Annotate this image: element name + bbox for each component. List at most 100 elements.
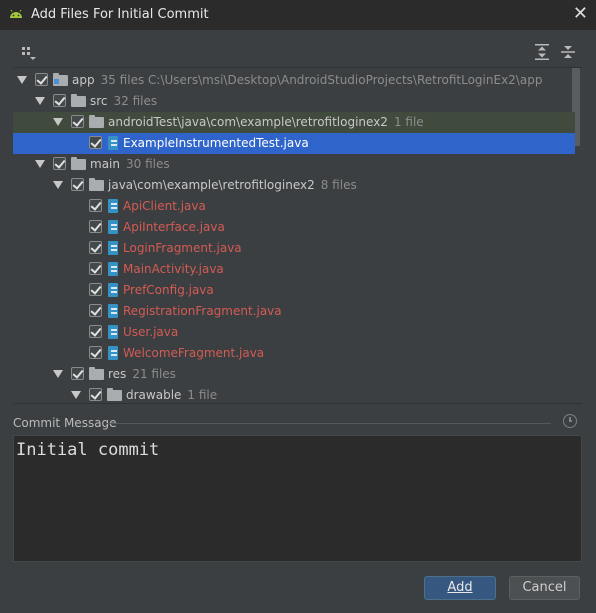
tree-row-label: ApiClient.java: [123, 199, 206, 213]
tree-row[interactable]: PrefConfig.java: [13, 280, 575, 301]
tree-row-name: src: [90, 94, 108, 108]
cancel-button[interactable]: Cancel: [509, 576, 580, 600]
tree-row[interactable]: androidTest\java\com\example\retrofitlog…: [13, 112, 575, 133]
tree-row-label: java\com\example\retrofitloginex2 8 files: [108, 178, 357, 192]
tree-row-name: ExampleInstrumentedTest.java: [123, 136, 309, 150]
include-checkbox[interactable]: [89, 283, 102, 296]
expand-arrow-icon[interactable]: [35, 97, 45, 105]
tree-row-name: LoginFragment.java: [123, 241, 242, 255]
include-checkbox[interactable]: [89, 136, 102, 149]
include-checkbox[interactable]: [71, 115, 84, 128]
tree-row[interactable]: ApiClient.java: [13, 196, 575, 217]
expand-all-icon[interactable]: [533, 43, 551, 61]
tree-row-count: 30 files: [125, 157, 170, 171]
commit-separator: [106, 423, 551, 424]
tree-row-count: 8 files: [320, 178, 357, 192]
include-checkbox[interactable]: [89, 241, 102, 254]
tree-row[interactable]: User.java: [13, 322, 575, 343]
tree-row-count: 1 file: [187, 388, 218, 402]
folder-icon: [89, 115, 104, 128]
tree-row[interactable]: drawable 1 file: [13, 385, 575, 403]
tree-row-label: ApiInterface.java: [123, 220, 225, 234]
java-file-icon: [106, 241, 120, 256]
file-tree[interactable]: app 35 files C:\Users\msi\Desktop\Android…: [13, 67, 582, 404]
tree-row-name: User.java: [123, 325, 179, 339]
group-by-icon[interactable]: [20, 44, 38, 62]
java-file-icon: [106, 304, 120, 319]
tree-row-label: src 32 files: [90, 94, 157, 108]
folder-icon: [107, 388, 122, 401]
include-checkbox[interactable]: [89, 262, 102, 275]
tree-row-count: 21 files: [132, 367, 176, 381]
tree-row-count: 1 file: [393, 115, 424, 129]
commit-message-field[interactable]: Initial commit: [13, 435, 582, 562]
include-checkbox[interactable]: [35, 73, 48, 86]
tree-row[interactable]: LoginFragment.java: [13, 238, 575, 259]
expand-arrow-icon[interactable]: [53, 370, 63, 378]
folder-icon: [71, 94, 86, 107]
add-button[interactable]: Add: [424, 576, 496, 600]
close-icon[interactable]: ✕: [573, 4, 588, 24]
include-checkbox[interactable]: [89, 325, 102, 338]
window-title: Add Files For Initial Commit: [31, 7, 209, 22]
commit-message-label: Commit Message: [13, 416, 117, 430]
tree-row-label: PrefConfig.java: [123, 283, 214, 297]
include-checkbox[interactable]: [89, 220, 102, 233]
tree-row-label: MainActivity.java: [123, 262, 224, 276]
include-checkbox[interactable]: [89, 388, 102, 401]
folder-icon: [71, 157, 86, 170]
tree-row[interactable]: MainActivity.java: [13, 259, 575, 280]
include-checkbox[interactable]: [53, 94, 66, 107]
java-file-icon: [106, 136, 120, 151]
tree-row-label: WelcomeFragment.java: [123, 346, 264, 360]
tree-row-name: androidTest\java\com\example\retrofitlog…: [108, 115, 388, 129]
tree-row[interactable]: src 32 files: [13, 91, 575, 112]
java-file-icon: [106, 325, 120, 340]
tree-row-label: RegistrationFragment.java: [123, 304, 282, 318]
tree-row-count: 35 files C:\Users\msi\Desktop\AndroidStu…: [100, 73, 543, 87]
tree-row-name: ApiInterface.java: [123, 220, 225, 234]
tree-row[interactable]: ExampleInstrumentedTest.java: [13, 133, 575, 154]
expand-arrow-icon[interactable]: [53, 118, 63, 126]
tree-row-label: drawable 1 file: [126, 388, 217, 402]
add-button-label: Add: [447, 580, 473, 595]
include-checkbox[interactable]: [71, 178, 84, 191]
tree-row-name: RegistrationFragment.java: [123, 304, 282, 318]
java-file-icon: [106, 262, 120, 277]
tree-row[interactable]: main 30 files: [13, 154, 575, 175]
tree-row-name: res: [108, 367, 127, 381]
tree-row[interactable]: WelcomeFragment.java: [13, 343, 575, 364]
include-checkbox[interactable]: [89, 199, 102, 212]
tree-row[interactable]: ApiInterface.java: [13, 217, 575, 238]
tree-row-name: PrefConfig.java: [123, 283, 214, 297]
tree-row-label: app 35 files C:\Users\msi\Desktop\Android…: [72, 73, 542, 87]
tree-row-label: LoginFragment.java: [123, 241, 242, 255]
java-file-icon: [106, 220, 120, 235]
tree-row-name: app: [72, 73, 95, 87]
tree-row-name: MainActivity.java: [123, 262, 224, 276]
tree-row-label: User.java: [123, 325, 178, 339]
tree-row-label: ExampleInstrumentedTest.java: [123, 136, 309, 150]
tree-row-name: main: [90, 157, 120, 171]
tree-row-label: main 30 files: [90, 157, 170, 171]
tree-row[interactable]: java\com\example\retrofitloginex2 8 files: [13, 175, 575, 196]
tree-row[interactable]: app 35 files C:\Users\msi\Desktop\Android…: [13, 70, 575, 91]
folder-icon: [89, 367, 104, 380]
include-checkbox[interactable]: [89, 346, 102, 359]
expand-arrow-icon[interactable]: [17, 76, 27, 84]
tree-row-count: 32 files: [113, 94, 158, 108]
history-clock-icon[interactable]: [563, 414, 577, 428]
include-checkbox[interactable]: [53, 157, 66, 170]
collapse-all-icon[interactable]: [559, 43, 577, 61]
expand-arrow-icon[interactable]: [35, 160, 45, 168]
folder-icon: [89, 178, 104, 191]
expand-arrow-icon[interactable]: [53, 181, 63, 189]
include-checkbox[interactable]: [71, 367, 84, 380]
tree-row-name: java\com\example\retrofitloginex2: [108, 178, 315, 192]
java-file-icon: [106, 346, 120, 361]
android-logo-icon: [10, 9, 22, 18]
tree-row[interactable]: RegistrationFragment.java: [13, 301, 575, 322]
include-checkbox[interactable]: [89, 304, 102, 317]
tree-row[interactable]: res 21 files: [13, 364, 575, 385]
expand-arrow-icon[interactable]: [71, 391, 81, 399]
